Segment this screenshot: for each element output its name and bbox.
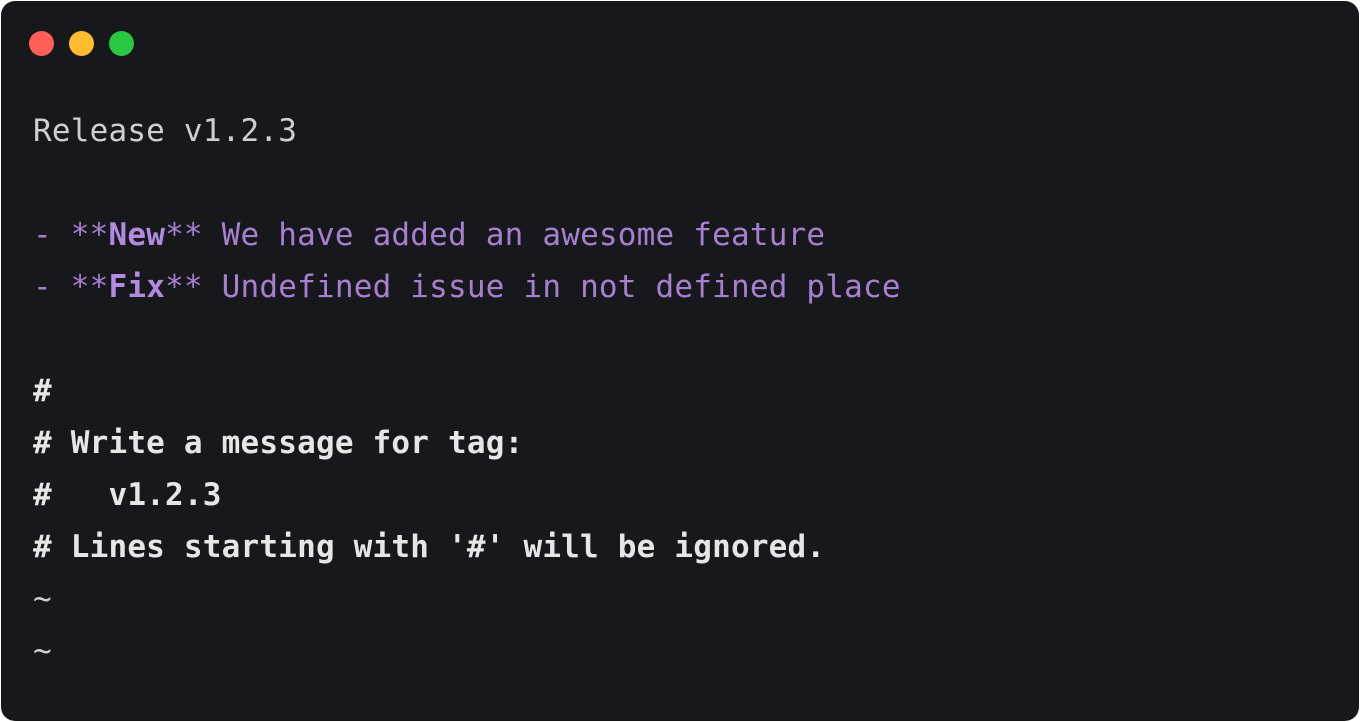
item-keyword: Fix	[108, 269, 166, 305]
bullet-marker: -	[33, 217, 71, 253]
item-text: Undefined issue in not defined place	[202, 269, 901, 305]
terminal-window: Release v1.2.3 - **New** We have added a…	[1, 1, 1359, 721]
bold-marker-close: **	[165, 269, 203, 305]
empty-buffer-line-marker: ~	[33, 633, 52, 669]
window-controls	[29, 31, 134, 56]
comment-line: # Lines starting with '#' will be ignore…	[33, 529, 826, 565]
minimize-window-button[interactable]	[69, 31, 94, 56]
close-window-button[interactable]	[29, 31, 54, 56]
editor-buffer[interactable]: Release v1.2.3 - **New** We have added a…	[33, 105, 901, 677]
bold-marker-open: **	[70, 217, 109, 253]
comment-line: # v1.2.3	[33, 477, 222, 513]
changelog-item-fix: - **Fix** Undefined issue in not defined…	[33, 261, 901, 313]
item-keyword: New	[108, 217, 166, 253]
bullet-marker: -	[33, 269, 71, 305]
changelog-item-new: - **New** We have added an awesome featu…	[33, 209, 901, 261]
bold-marker-open: **	[70, 269, 109, 305]
item-text: We have added an awesome feature	[202, 217, 826, 253]
empty-buffer-line-marker: ~	[33, 581, 52, 617]
release-title-line: Release v1.2.3	[33, 113, 298, 149]
bold-marker-close: **	[165, 217, 203, 253]
comment-line: # Write a message for tag:	[33, 425, 524, 461]
comment-line: #	[33, 373, 52, 409]
maximize-window-button[interactable]	[109, 31, 134, 56]
